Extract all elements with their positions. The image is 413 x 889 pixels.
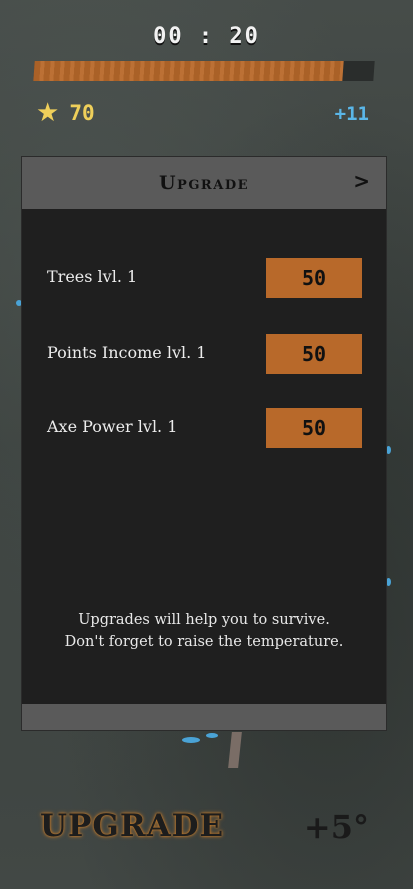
chevron-right-icon[interactable]: >	[353, 169, 370, 193]
ice-splash	[182, 737, 200, 743]
upgrade-label: Trees lvl. 1	[47, 267, 138, 286]
score-value: 70	[69, 101, 95, 125]
timer: 00 : 20	[153, 24, 260, 49]
panel-header: Upgrade >	[22, 157, 386, 209]
hint-line: Don't forget to raise the temperature.	[64, 634, 344, 650]
star-icon: ★	[36, 98, 60, 128]
upgrade-row-axe-power: Axe Power lvl. 1 50	[22, 408, 386, 450]
score-display: ★ 70	[36, 100, 95, 126]
ice-splash	[386, 578, 391, 586]
panel-footer	[22, 704, 386, 730]
upgrade-panel: Upgrade > Trees lvl. 1 50 Points Income …	[22, 157, 386, 730]
progress-bar	[33, 61, 375, 81]
progress-fill	[33, 61, 345, 81]
temperature-display: +5°	[303, 808, 369, 846]
buy-trees-button[interactable]: 50	[266, 258, 362, 298]
income-rate: +11	[334, 103, 369, 125]
upgrade-label: Axe Power lvl. 1	[47, 417, 178, 436]
ice-splash	[386, 446, 391, 454]
panel-title: Upgrade	[158, 172, 250, 194]
buy-points-income-button[interactable]: 50	[266, 334, 362, 374]
upgrade-row-trees: Trees lvl. 1 50	[22, 258, 386, 300]
upgrade-row-points-income: Points Income lvl. 1 50	[22, 334, 386, 376]
upgrade-label: Points Income lvl. 1	[47, 343, 207, 362]
buy-axe-power-button[interactable]: 50	[266, 408, 362, 448]
hint-line: Upgrades will help you to survive.	[78, 612, 330, 628]
hint-text: Upgrades will help you to survive. Don't…	[22, 609, 386, 653]
ice-splash	[206, 733, 218, 738]
upgrade-button[interactable]: UPGRADE	[40, 808, 224, 844]
